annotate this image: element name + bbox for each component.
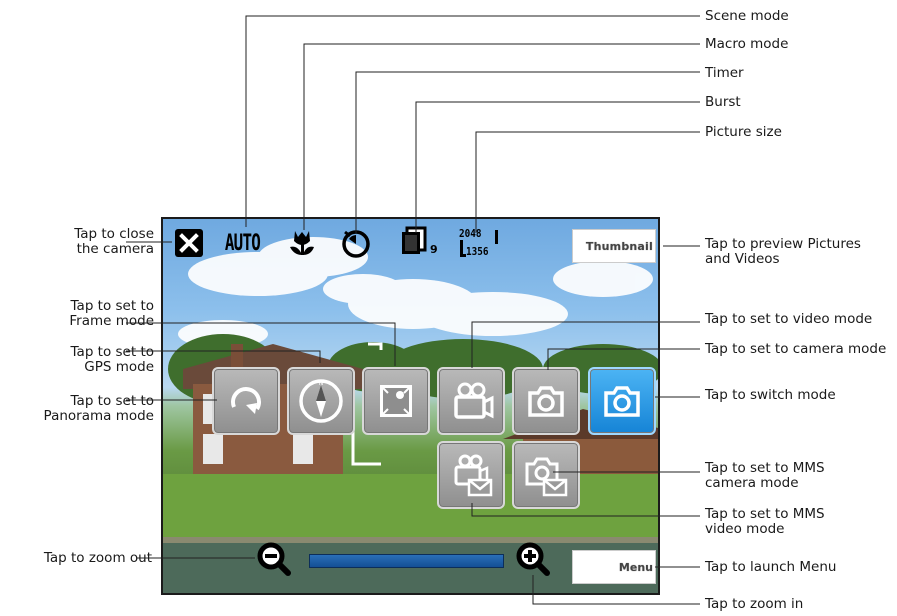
callout-gps-mode-line2: GPS mode [84, 359, 154, 375]
callout-gps-mode: Tap to set to GPS mode [26, 345, 154, 375]
callout-scene-mode: Scene mode [705, 8, 789, 24]
callout-switch-mode: Tap to switch mode [705, 387, 836, 403]
callout-mms-video-line1: Tap to set to MMS [705, 506, 825, 522]
callout-mms-camera: Tap to set to MMS camera mode [705, 461, 825, 491]
panorama-mode-button[interactable] [212, 367, 280, 435]
timer-button[interactable] [339, 227, 373, 259]
burst-count: 9 [430, 243, 438, 256]
callout-panorama-mode-line1: Tap to set to [70, 393, 154, 409]
callout-preview-line1: Tap to preview Pictures [705, 236, 861, 252]
picture-size-icon: 2048 1356 [458, 227, 504, 259]
mms-video-mode-button[interactable] [437, 441, 505, 509]
video-mode-button[interactable] [437, 367, 505, 435]
panorama-icon [231, 387, 261, 414]
scene-auto-icon: AUTO [224, 230, 260, 256]
callout-macro-mode: Macro mode [705, 36, 789, 52]
callout-mms-video: Tap to set to MMS video mode [705, 507, 825, 537]
mms-camera-icon [525, 457, 568, 497]
zoom-in-button[interactable] [515, 541, 551, 577]
burst-button[interactable]: 9 [399, 226, 439, 259]
thumbnail-button[interactable]: Thumbnail [572, 229, 656, 263]
picture-size-bottom: 1356 [466, 245, 489, 258]
zoom-out-icon [257, 542, 291, 576]
video-camera-icon [454, 382, 494, 419]
callout-camera-mode: Tap to set to camera mode [705, 341, 887, 357]
camera-viewfinder: AUTO 9 2048 1356 Thumbnail N Menu [161, 217, 660, 595]
callout-mms-video-line2: video mode [705, 521, 785, 537]
gps-compass-icon: N [299, 379, 343, 423]
callout-close-camera-line2: the camera [76, 241, 154, 257]
picture-size-top: 2048 [459, 227, 482, 240]
picture-size-button[interactable]: 2048 1356 [458, 227, 504, 259]
mms-camera-mode-button[interactable] [512, 441, 580, 509]
menu-label: Menu [618, 560, 653, 574]
scene-mode-button[interactable]: AUTO [220, 227, 264, 259]
menu-button[interactable]: Menu [572, 550, 656, 584]
camera-mode-button[interactable] [512, 367, 580, 435]
gps-mode-button[interactable]: N [287, 367, 355, 435]
svg-text:N: N [319, 380, 324, 387]
macro-mode-button[interactable] [285, 227, 319, 259]
camera-icon [528, 386, 564, 417]
timer-icon [342, 230, 370, 258]
callout-launch-menu: Tap to launch Menu [705, 559, 837, 575]
callout-zoom-in: Tap to zoom in [705, 596, 804, 612]
zoom-in-icon [516, 542, 550, 576]
callout-timer: Timer [705, 65, 744, 81]
frame-mode-button[interactable] [362, 367, 430, 435]
callout-zoom-out: Tap to zoom out [43, 550, 152, 566]
callout-panorama-mode-line2: Panorama mode [43, 408, 154, 424]
callout-preview-line2: and Videos [705, 251, 780, 267]
switch-mode-button[interactable] [588, 367, 656, 435]
callout-mms-camera-line1: Tap to set to MMS [705, 460, 825, 476]
callout-close-camera: Tap to close the camera [26, 227, 154, 257]
callout-panorama-mode: Tap to set to Panorama mode [26, 394, 154, 424]
callout-frame-mode-line2: Frame mode [69, 313, 154, 329]
zoom-out-button[interactable] [256, 541, 292, 577]
thumbnail-label: Thumbnail [585, 239, 653, 253]
callout-burst: Burst [705, 94, 741, 110]
callout-video-mode: Tap to set to video mode [705, 311, 873, 327]
callout-close-camera-line1: Tap to close [74, 226, 154, 242]
camera-icon [604, 386, 640, 417]
callout-preview: Tap to preview Pictures and Videos [705, 237, 861, 267]
close-icon [175, 229, 203, 257]
zoom-slider[interactable] [309, 554, 504, 568]
mms-video-icon [454, 454, 493, 497]
callout-picture-size: Picture size [705, 124, 782, 140]
callout-mms-camera-line2: camera mode [705, 475, 799, 491]
callout-frame-mode-line1: Tap to set to [70, 298, 154, 314]
frame-icon [380, 385, 412, 417]
callout-gps-mode-line1: Tap to set to [70, 344, 154, 360]
macro-flower-icon [290, 231, 314, 255]
callout-frame-mode: Tap to set to Frame mode [26, 299, 154, 329]
close-button[interactable] [173, 227, 205, 259]
